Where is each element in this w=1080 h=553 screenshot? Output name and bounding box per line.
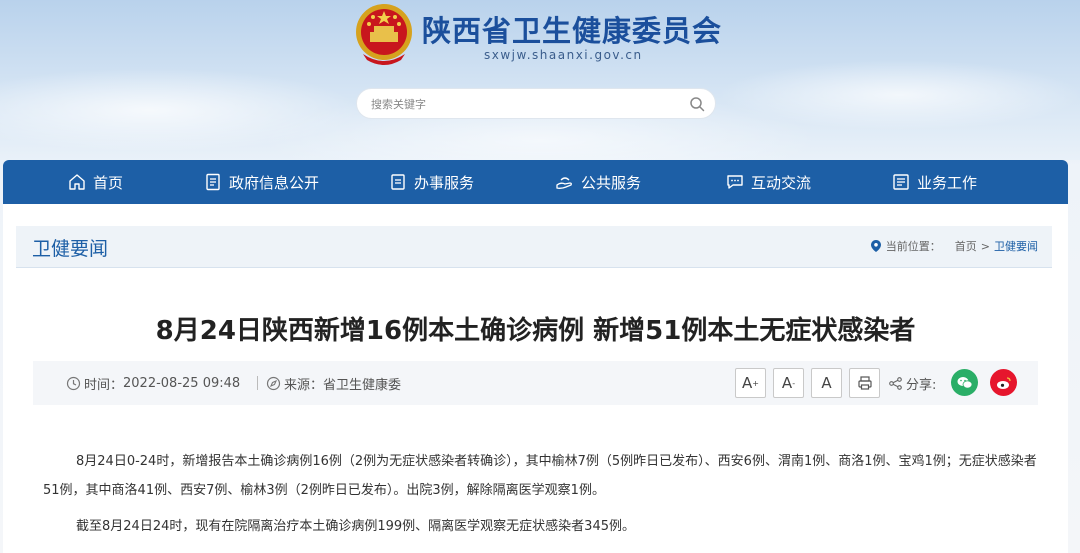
wechat-glyph — [957, 376, 972, 389]
nav-item-business[interactable]: 业务工作 — [891, 160, 977, 204]
national-emblem-icon — [356, 4, 412, 65]
weibo-glyph — [996, 376, 1011, 389]
font-decrease-label: A — [781, 374, 793, 392]
article-paragraph: 8月24日0-24时，新增报告本土确诊病例16例（2例为无症状感染者转确诊），其… — [43, 454, 1037, 498]
print-button[interactable] — [849, 368, 880, 398]
breadcrumb-label: 当前位置： — [885, 240, 941, 253]
nav-item-home[interactable]: 首页 — [67, 160, 123, 204]
chat-icon — [727, 175, 743, 189]
share-icon — [889, 377, 902, 390]
source-value: 省卫生健康委 — [323, 378, 402, 393]
document-icon — [206, 173, 220, 191]
search-icon[interactable] — [689, 96, 705, 112]
time-value: 2022-08-25 09:48 — [123, 376, 241, 391]
compass-icon — [266, 376, 281, 391]
nav-item-gov-info[interactable]: 政府信息公开 — [203, 160, 319, 204]
nav-item-label: 办事服务 — [414, 173, 475, 192]
nav-item-services[interactable]: 办事服务 — [388, 160, 474, 204]
nav-item-label: 业务工作 — [917, 173, 978, 192]
search-box — [356, 88, 716, 119]
article-paragraph: 截至8月24日24时，现有在院隔离治疗本土确诊病例199例、隔离医学观察无症状感… — [76, 519, 635, 534]
breadcrumb: 当前位置： 首页 > 卫健要闻 — [870, 238, 1038, 254]
nav-item-label: 互动交流 — [751, 173, 812, 192]
meta-divider — [257, 376, 258, 390]
font-reset-label: A — [821, 374, 832, 392]
share-label: 分享: — [888, 374, 936, 393]
font-decrease-button[interactable]: A- — [773, 368, 804, 398]
breadcrumb-separator: > — [980, 239, 990, 253]
breadcrumb-current[interactable]: 卫健要闻 — [994, 238, 1038, 254]
wechat-share-icon[interactable] — [951, 369, 978, 396]
home-icon — [69, 174, 85, 190]
section-title: 卫健要闻 — [32, 238, 109, 260]
nav-item-label: 政府信息公开 — [229, 173, 320, 192]
clipboard-icon — [391, 174, 405, 190]
font-increase-button[interactable]: A + — [735, 368, 766, 398]
printer-icon — [857, 376, 872, 390]
nav-item-label: 公共服务 — [581, 173, 642, 192]
main-nav: 首页 政府信息公开 办事服务 公共服务 互动交流 业务工作 — [3, 160, 1068, 204]
article-source: 来源： 省卫生健康委 — [266, 374, 401, 393]
site-title[interactable]: 陕西省卫生健康委员会 — [422, 8, 722, 50]
share-label-text: 分享: — [906, 378, 937, 393]
site-domain: sxwjw.shaanxi.gov.cn — [484, 48, 643, 62]
font-decrease-sup: - — [792, 378, 796, 388]
font-reset-button[interactable]: A — [811, 368, 842, 398]
font-increase-sup: + — [752, 378, 759, 388]
nav-item-public-services[interactable]: 公共服务 — [555, 160, 641, 204]
nav-item-label: 首页 — [93, 173, 124, 192]
search-input[interactable] — [371, 95, 671, 113]
article-title: 8月24日陕西新增16例本土确诊病例 新增51例本土无症状感染者 — [155, 316, 916, 346]
briefcase-icon — [893, 174, 909, 190]
weibo-share-icon[interactable] — [990, 369, 1017, 396]
hand-service-icon — [556, 177, 572, 189]
nav-item-interaction[interactable]: 互动交流 — [725, 160, 811, 204]
publish-time: 时间： 2022-08-25 09:48 — [66, 374, 240, 393]
location-pin-icon — [870, 240, 881, 252]
font-increase-label: A — [742, 374, 753, 392]
source-label: 来源： — [284, 378, 324, 393]
breadcrumb-home[interactable]: 首页 — [955, 238, 977, 254]
clock-icon — [66, 376, 81, 391]
time-label: 时间： — [84, 378, 124, 393]
